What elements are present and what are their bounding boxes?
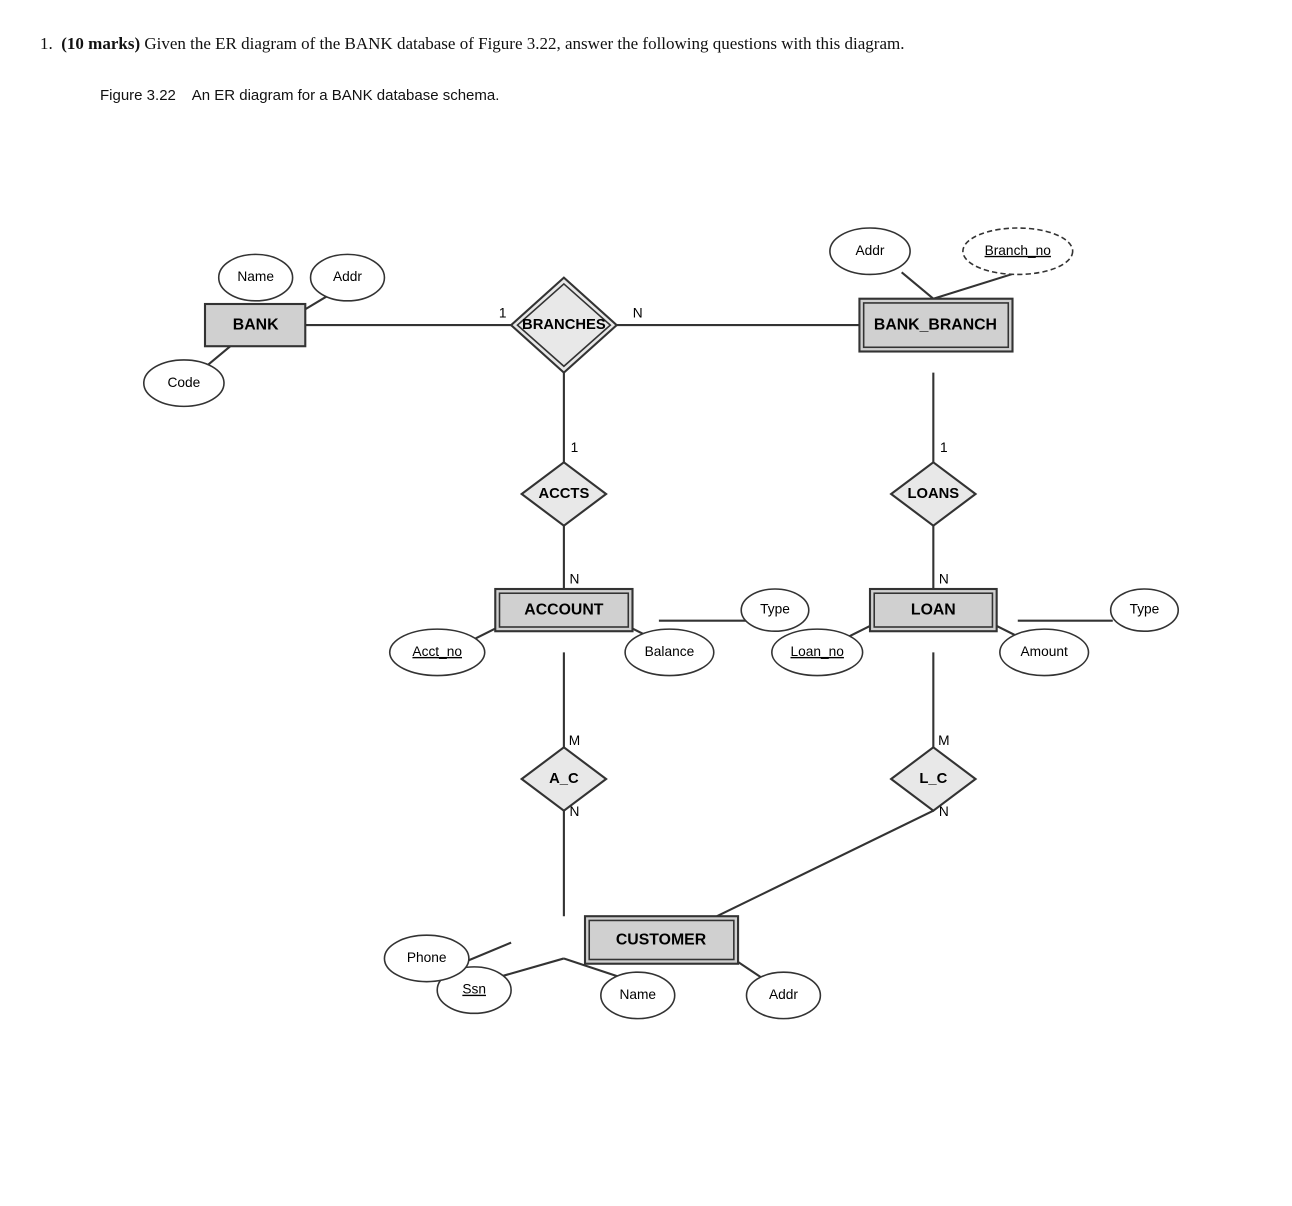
cust-name-label: Name	[619, 987, 656, 1002]
cust-addr-label: Addr	[769, 987, 798, 1002]
bank-entity-label: BANK	[233, 316, 279, 333]
er-diagram: BANK BANK_BRANCH ACCOUNT LOAN CUSTOMER B…	[80, 114, 1280, 1064]
accts-label: ACCTS	[538, 486, 589, 502]
branch-no-label: Branch_no	[985, 243, 1052, 258]
ac-account-card: M	[569, 733, 580, 748]
question-marks: (10 marks)	[61, 34, 140, 53]
lc-label: L_C	[919, 771, 947, 787]
ac-customer-card: N	[569, 804, 579, 819]
branches-label: BRANCHES	[522, 317, 606, 333]
figure-caption: Figure 3.22 An ER diagram for a BANK dat…	[100, 87, 1252, 104]
branches-bank-card: 1	[499, 306, 507, 321]
bank-name-label: Name	[237, 269, 274, 284]
acct-no-label: Acct_no	[412, 644, 462, 659]
accts-top-card: 1	[571, 440, 579, 455]
bank-code-label: Code	[167, 375, 200, 390]
question-text: 1. (10 marks) Given the ER diagram of th…	[40, 30, 1252, 57]
lc-loan-card: M	[938, 733, 949, 748]
branch-addr-label: Addr	[856, 243, 885, 258]
bank-addr-label: Addr	[333, 269, 362, 284]
branches-branch-card: N	[633, 306, 643, 321]
lc-customer-card: N	[939, 804, 949, 819]
account-label: ACCOUNT	[524, 601, 603, 618]
loan-label: LOAN	[911, 601, 956, 618]
loan-type-label: Type	[1130, 602, 1160, 617]
loans-top-card: 1	[940, 440, 948, 455]
question-container: 1. (10 marks) Given the ER diagram of th…	[40, 30, 1252, 1064]
customer-label: CUSTOMER	[616, 932, 707, 949]
loans-bottom-card: N	[939, 572, 949, 587]
loan-no-label: Loan_no	[791, 644, 845, 659]
question-number: 1.	[40, 34, 53, 53]
amount-label: Amount	[1021, 644, 1068, 659]
loans-label: LOANS	[907, 486, 959, 502]
ac-label: A_C	[549, 771, 579, 787]
phone-label: Phone	[407, 950, 447, 965]
question-body: Given the ER diagram of the BANK databas…	[144, 34, 904, 53]
bank-branch-label: BANK_BRANCH	[874, 316, 997, 333]
accts-bottom-card: N	[569, 572, 579, 587]
ssn-label: Ssn	[462, 982, 486, 997]
balance-label: Balance	[645, 644, 695, 659]
account-type-label: Type	[760, 602, 790, 617]
